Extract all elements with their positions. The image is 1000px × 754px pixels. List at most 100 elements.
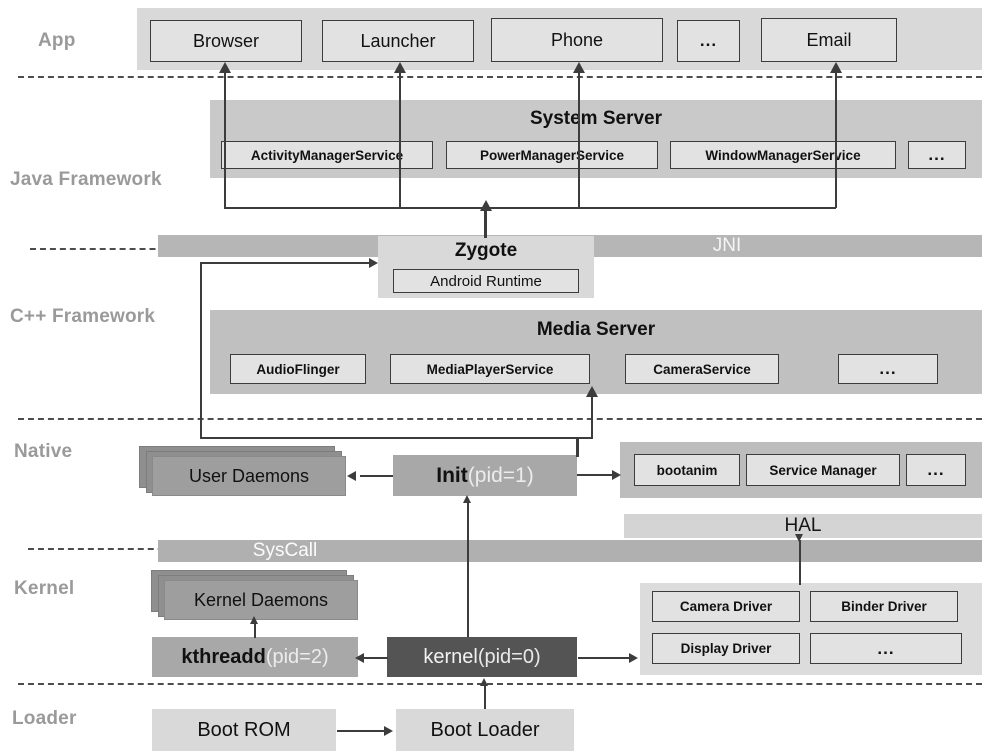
media-label-media-player-service: MediaPlayerService [426,361,554,377]
arrowhead-boot-loader [384,726,393,736]
service-label-more: ... [928,145,946,164]
connector-kernel-to-kthreadd [363,657,388,659]
arrowhead-hal [795,534,803,542]
kthreadd-name: kthreadd [181,645,266,668]
driver-box-camera-driver[interactable]: Camera Driver [652,591,800,622]
native-label-more: ... [927,460,945,479]
arrowhead-media-server [586,386,598,397]
arrowhead-phone [573,62,585,73]
kthreadd-pid: (pid=2) [265,645,329,668]
arrowhead-browser [219,62,231,73]
android-runtime-box[interactable]: Android Runtime [393,269,579,293]
driver-box-binder-driver[interactable]: Binder Driver [810,591,958,622]
arrowhead-user-daemons [347,471,356,481]
connector-init-bus-horizontal [200,437,578,439]
native-label-service-manager: Service Manager [769,462,877,478]
driver-label-camera-driver: Camera Driver [679,599,773,614]
driver-label-display-driver: Display Driver [680,641,772,656]
zygote-box[interactable]: Zygote Android Runtime [378,236,594,298]
connector-kernel-to-drivers [578,657,630,659]
service-label-activity-manager-service: ActivityManagerService [250,147,404,163]
connector-zygote-to-bus [484,208,487,238]
media-box-media-player-service[interactable]: MediaPlayerService [390,354,590,384]
syscall-bar: SysCall [158,540,982,562]
media-box-audio-flinger[interactable]: AudioFlinger [230,354,366,384]
init-box[interactable]: Init (pid=1) [393,455,577,496]
app-label-launcher: Launcher [360,30,436,51]
connector-media-server-stub [545,437,593,439]
separator-app-java [18,76,982,78]
connector-riser-phone [578,70,580,208]
driver-label-binder-driver: Binder Driver [841,599,927,614]
app-box-more[interactable]: ... [677,20,740,62]
app-box-launcher[interactable]: Launcher [322,20,474,62]
user-daemons-box[interactable]: User Daemons [152,456,346,496]
connector-riser-browser [224,70,226,208]
layer-label-app: App [38,30,76,51]
connector-app-bus [224,207,836,209]
kernel-name: kernel [423,645,478,668]
arrowhead-init-from-kernel [463,495,471,503]
connector-init-to-user-daemons [360,475,393,477]
native-box-service-manager[interactable]: Service Manager [746,454,900,486]
kernel-daemons-box[interactable]: Kernel Daemons [164,580,358,620]
media-label-camera-service: CameraService [653,361,751,377]
native-box-more[interactable]: ... [906,454,966,486]
kernel-daemons-label: Kernel Daemons [193,589,329,610]
init-name: Init [436,463,468,487]
connector-boot-rom-to-boot-loader [337,730,385,732]
arrowhead-zygote-up [480,200,492,211]
system-server-title: System Server [529,108,663,129]
zygote-title: Zygote [454,240,518,261]
app-label-more: ... [699,31,718,50]
media-box-more[interactable]: ... [838,354,938,384]
connector-riser-launcher [399,70,401,208]
connector-init-to-zygote-vertical [200,262,202,439]
boot-loader-box[interactable]: Boot Loader [396,709,574,751]
arrowhead-kernel-from-bootloader [480,678,488,686]
layer-label-cpp-framework: C++ Framework [10,306,156,327]
layer-label-java-framework: Java Framework [10,169,162,190]
arrowhead-zygote-left [369,258,378,268]
connector-init-bus-drop [576,437,579,457]
service-label-power-manager-service: PowerManagerService [479,147,625,163]
service-label-window-manager-service: WindowManagerService [705,147,861,163]
app-label-phone: Phone [550,29,604,50]
app-label-email: Email [806,29,852,50]
separator-cpp-native [18,418,982,420]
android-runtime-label: Android Runtime [430,272,542,290]
arrowhead-email [830,62,842,73]
arrowhead-kernel-daemons [250,616,258,624]
app-box-browser[interactable]: Browser [150,20,302,62]
syscall-label: SysCall [252,540,318,561]
connector-kthreadd-to-kernel-daemons [254,622,256,638]
connector-riser-email [835,70,837,208]
boot-rom-label: Boot ROM [197,718,291,741]
app-box-phone[interactable]: Phone [491,18,663,62]
kernel-box[interactable]: kernel (pid=0) [387,637,577,677]
arrowhead-kthreadd [355,653,364,663]
service-box-more[interactable]: ... [908,141,966,169]
app-box-email[interactable]: Email [761,18,897,62]
hal-label: HAL [784,515,822,536]
app-label-browser: Browser [192,30,259,51]
media-label-audio-flinger: AudioFlinger [256,361,340,377]
driver-box-more[interactable]: ... [810,633,962,664]
connector-init-to-zygote-horizontal [200,262,370,264]
layer-label-native: Native [14,441,73,462]
boot-loader-label: Boot Loader [430,718,540,741]
media-box-camera-service[interactable]: CameraService [625,354,779,384]
native-box-bootanim[interactable]: bootanim [634,454,740,486]
service-box-power-manager-service[interactable]: PowerManagerService [446,141,658,169]
kthreadd-box[interactable]: kthreadd (pid=2) [152,637,358,677]
connector-boot-loader-to-kernel [484,684,486,709]
arrowhead-drivers [629,653,638,663]
service-box-activity-manager-service[interactable]: ActivityManagerService [221,141,433,169]
connector-init-to-native-services [577,474,613,476]
service-box-window-manager-service[interactable]: WindowManagerService [670,141,896,169]
boot-rom-box[interactable]: Boot ROM [152,709,336,751]
driver-box-display-driver[interactable]: Display Driver [652,633,800,664]
native-label-bootanim: bootanim [656,462,718,478]
connector-init-to-media-server [591,394,593,438]
arrowhead-launcher [394,62,406,73]
